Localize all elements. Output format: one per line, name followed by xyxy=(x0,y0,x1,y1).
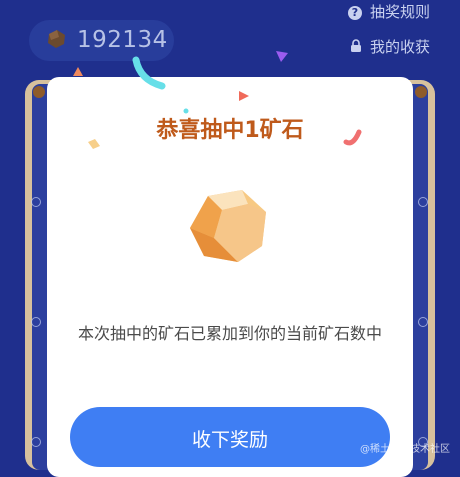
ore-reward-image xyxy=(188,188,272,270)
board-light xyxy=(418,197,428,207)
confetti-piece xyxy=(239,91,249,101)
board-light xyxy=(31,437,41,447)
claim-reward-button[interactable]: 收下奖励 xyxy=(70,407,390,467)
ore-balance-chip: 192134 xyxy=(29,20,174,61)
confetti-piece xyxy=(73,67,83,76)
my-rewards-link[interactable]: 我的收获 xyxy=(350,39,430,56)
confetti-piece xyxy=(183,108,189,114)
lock-icon xyxy=(350,39,362,56)
confetti-piece xyxy=(343,129,362,146)
board-light xyxy=(418,317,428,327)
board-corner-dot xyxy=(415,86,427,98)
modal-message: 本次抽中的矿石已累加到你的当前矿石数中 xyxy=(78,324,383,343)
board-light xyxy=(31,317,41,327)
ore-icon xyxy=(45,28,67,54)
board-light xyxy=(31,197,41,207)
lottery-page: 192134 ? 抽奖规则 我的收获 恭喜抽中1矿石 本次抽中的矿石已累加到你的… xyxy=(0,0,460,477)
watermark: @稀土掘金技术社区 xyxy=(360,444,450,455)
rules-link-label: 抽奖规则 xyxy=(369,3,430,21)
board-corner-dot xyxy=(33,86,45,98)
confetti-piece xyxy=(88,139,100,149)
confetti-piece xyxy=(132,56,166,90)
confetti-piece xyxy=(276,51,288,62)
question-icon: ? xyxy=(347,5,362,20)
rules-link[interactable]: ? 抽奖规则 xyxy=(347,3,430,21)
modal-title: 恭喜抽中1矿石 xyxy=(156,118,304,143)
my-rewards-link-label: 我的收获 xyxy=(369,38,430,56)
ore-count: 192134 xyxy=(77,27,168,53)
